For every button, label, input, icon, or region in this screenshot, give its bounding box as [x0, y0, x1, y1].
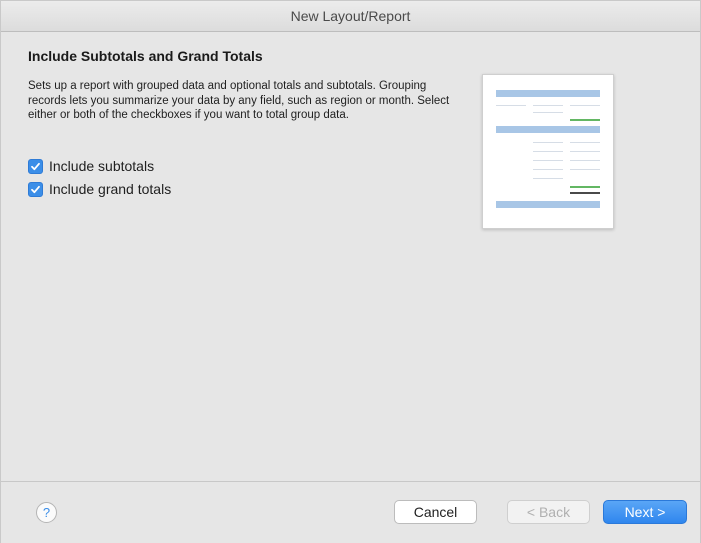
preview-row-line — [570, 169, 600, 170]
preview-row-line — [496, 105, 526, 106]
preview-row-line — [570, 160, 600, 161]
preview-group-bar — [496, 126, 600, 133]
preview-row-line — [533, 160, 563, 161]
include-grand-totals-option[interactable]: Include grand totals — [28, 179, 171, 199]
description-text: Sets up a report with grouped data and o… — [28, 80, 450, 121]
window-title: New Layout/Report — [1, 1, 700, 32]
help-button[interactable]: ? — [36, 502, 57, 523]
include-grand-totals-label[interactable]: Include grand totals — [49, 181, 171, 197]
preview-row-line — [570, 105, 600, 106]
include-grand-totals-checkbox[interactable] — [28, 181, 43, 197]
report-layout-preview — [482, 74, 614, 229]
preview-row-line — [570, 151, 600, 152]
new-layout-report-dialog: New Layout/Report Include Subtotals and … — [0, 0, 701, 543]
preview-row-line — [533, 112, 563, 113]
next-button[interactable]: Next > — [603, 500, 687, 524]
preview-row-line — [533, 178, 563, 179]
preview-row-line — [533, 105, 563, 106]
dialog-footer: ? Cancel < Back Next > — [1, 481, 700, 543]
preview-row-line — [533, 151, 563, 152]
preview-header-bar — [496, 90, 600, 97]
cancel-button[interactable]: Cancel — [394, 500, 477, 524]
include-subtotals-checkbox[interactable] — [28, 158, 43, 174]
preview-footer-bar — [496, 201, 600, 208]
checkmark-icon — [31, 162, 40, 170]
help-icon: ? — [42, 505, 51, 520]
back-button[interactable]: < Back — [507, 500, 590, 524]
checkmark-icon — [31, 185, 40, 193]
include-subtotals-label[interactable]: Include subtotals — [49, 158, 154, 174]
preview-subtotal-line — [570, 119, 600, 121]
page-heading: Include Subtotals and Grand Totals — [28, 48, 263, 64]
include-subtotals-option[interactable]: Include subtotals — [28, 156, 154, 176]
preview-subtotal-line — [570, 186, 600, 188]
preview-row-line — [570, 142, 600, 143]
preview-row-line — [533, 142, 563, 143]
preview-grand-total-line — [570, 192, 600, 194]
preview-row-line — [533, 169, 563, 170]
